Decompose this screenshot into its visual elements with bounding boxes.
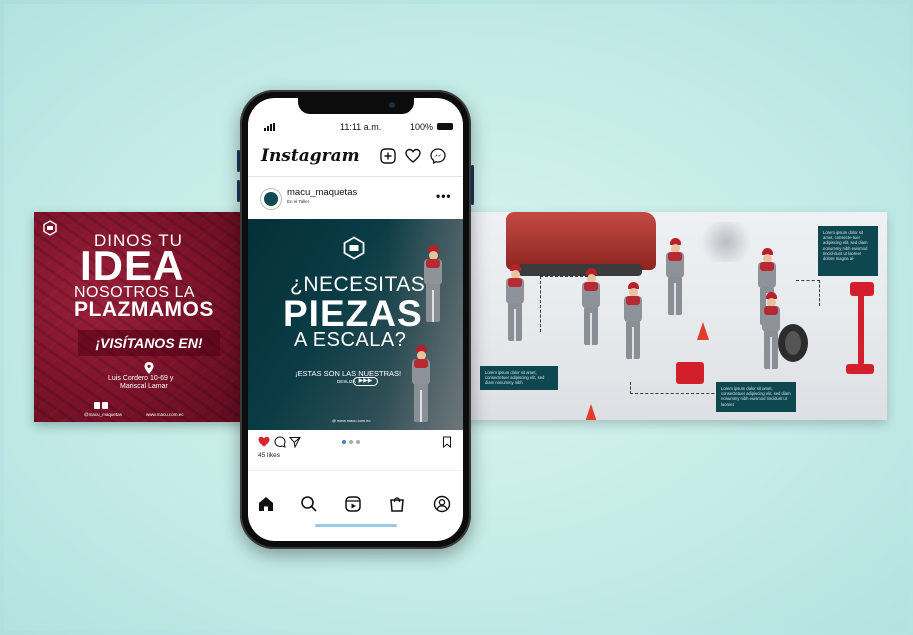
note-left: Lorem ipsum dolor sit amet, consectetuer… <box>480 366 558 390</box>
mechanic-figure <box>502 264 528 344</box>
comment-icon[interactable] <box>274 436 286 448</box>
home-icon[interactable] <box>257 495 275 513</box>
bookmark-icon[interactable] <box>441 436 453 448</box>
new-post-icon[interactable] <box>380 148 396 164</box>
visit-banner: ¡VISÍTANOS EN! <box>78 330 220 356</box>
status-time: 11:11 a.m. <box>340 122 382 132</box>
nav-divider <box>248 470 463 471</box>
social-icons <box>94 402 108 410</box>
like-heart-icon[interactable] <box>258 436 270 447</box>
brand-logo-icon <box>43 220 57 236</box>
post-headline-3: A ESCALA? <box>294 329 407 351</box>
post-location[interactable]: En el Taller <box>287 199 309 204</box>
traffic-cone <box>697 322 709 340</box>
website-text: www.macu.com.ec <box>146 412 184 417</box>
instagram-icon <box>102 402 108 409</box>
carousel-dot <box>356 440 360 444</box>
mechanic-figure <box>620 282 646 362</box>
instagram-handle: @macu_maquetas <box>84 412 122 417</box>
callout-line <box>796 280 820 306</box>
post-image[interactable]: ¿NECESITAS PIEZAS A ESCALA? ¡ESTAS SON L… <box>248 219 463 430</box>
search-icon[interactable] <box>300 495 318 513</box>
location-pin-icon <box>144 362 154 374</box>
toy-truck <box>506 212 656 276</box>
right-carousel-panel: Lorem ipsum dolor sit amet, consecte-tue… <box>466 212 887 420</box>
mechanic-figure <box>662 238 688 318</box>
traffic-cone <box>585 404 597 420</box>
background-parts <box>696 222 756 262</box>
instagram-logo[interactable]: Instagram <box>261 146 360 166</box>
brand-logo-icon <box>343 236 365 260</box>
phone-side-button <box>471 165 474 205</box>
callout-line <box>540 276 588 332</box>
signal-icon <box>264 123 276 131</box>
avatar[interactable] <box>260 188 282 210</box>
left-line-4: PLAZMAMOS <box>74 298 214 321</box>
profile-icon[interactable] <box>433 495 451 513</box>
swipe-arrows-icon: ▶▶▶ <box>353 377 378 386</box>
share-icon[interactable] <box>289 436 301 448</box>
home-indicator[interactable] <box>315 524 397 527</box>
carousel-indicator <box>342 440 360 444</box>
battery-percent: 100% <box>410 122 434 132</box>
phone-mockup: 11:11 a.m. 100% Instagram macu_maquetas … <box>240 90 471 549</box>
heart-icon[interactable] <box>405 148 421 164</box>
messenger-icon[interactable] <box>430 148 446 164</box>
drill-press-column <box>858 294 864 364</box>
carousel-dot <box>349 440 353 444</box>
note-bottom-right: Lorem ipsum dolor sit amet, consectetuer… <box>716 382 796 412</box>
phone-notch <box>298 98 414 114</box>
post-website: @ www.macu.com.ec <box>332 418 371 423</box>
red-compressor <box>676 362 704 384</box>
address-line-2: Mariscal Lamar <box>120 383 168 390</box>
header-divider <box>248 176 463 177</box>
camera-icon <box>389 102 395 108</box>
shop-icon[interactable] <box>388 495 406 513</box>
mechanic-figure <box>408 345 434 425</box>
phone-screen: 11:11 a.m. 100% Instagram macu_maquetas … <box>248 98 463 541</box>
more-options-icon[interactable]: ••• <box>436 189 452 203</box>
post-username[interactable]: macu_maquetas <box>287 187 357 198</box>
post-subline: ¡ESTAS SON LAS NUESTRAS! <box>295 369 402 378</box>
left-line-2: IDEA <box>80 242 185 289</box>
note-top-right: Lorem ipsum dolor sit amet, consecte-tue… <box>818 226 878 276</box>
reels-icon[interactable] <box>344 495 362 513</box>
address-line-1: Luis Cordero 10-69 y <box>108 375 174 382</box>
carousel-dot <box>342 440 346 444</box>
drill-press-base <box>846 364 874 374</box>
battery-icon <box>437 123 453 130</box>
left-carousel-panel: DINOS TU IDEA NOSOTROS LA PLAZMAMOS ¡VIS… <box>34 212 246 422</box>
facebook-icon <box>94 402 100 409</box>
likes-count: 45 likes <box>258 452 281 459</box>
tire-prop <box>778 324 808 362</box>
